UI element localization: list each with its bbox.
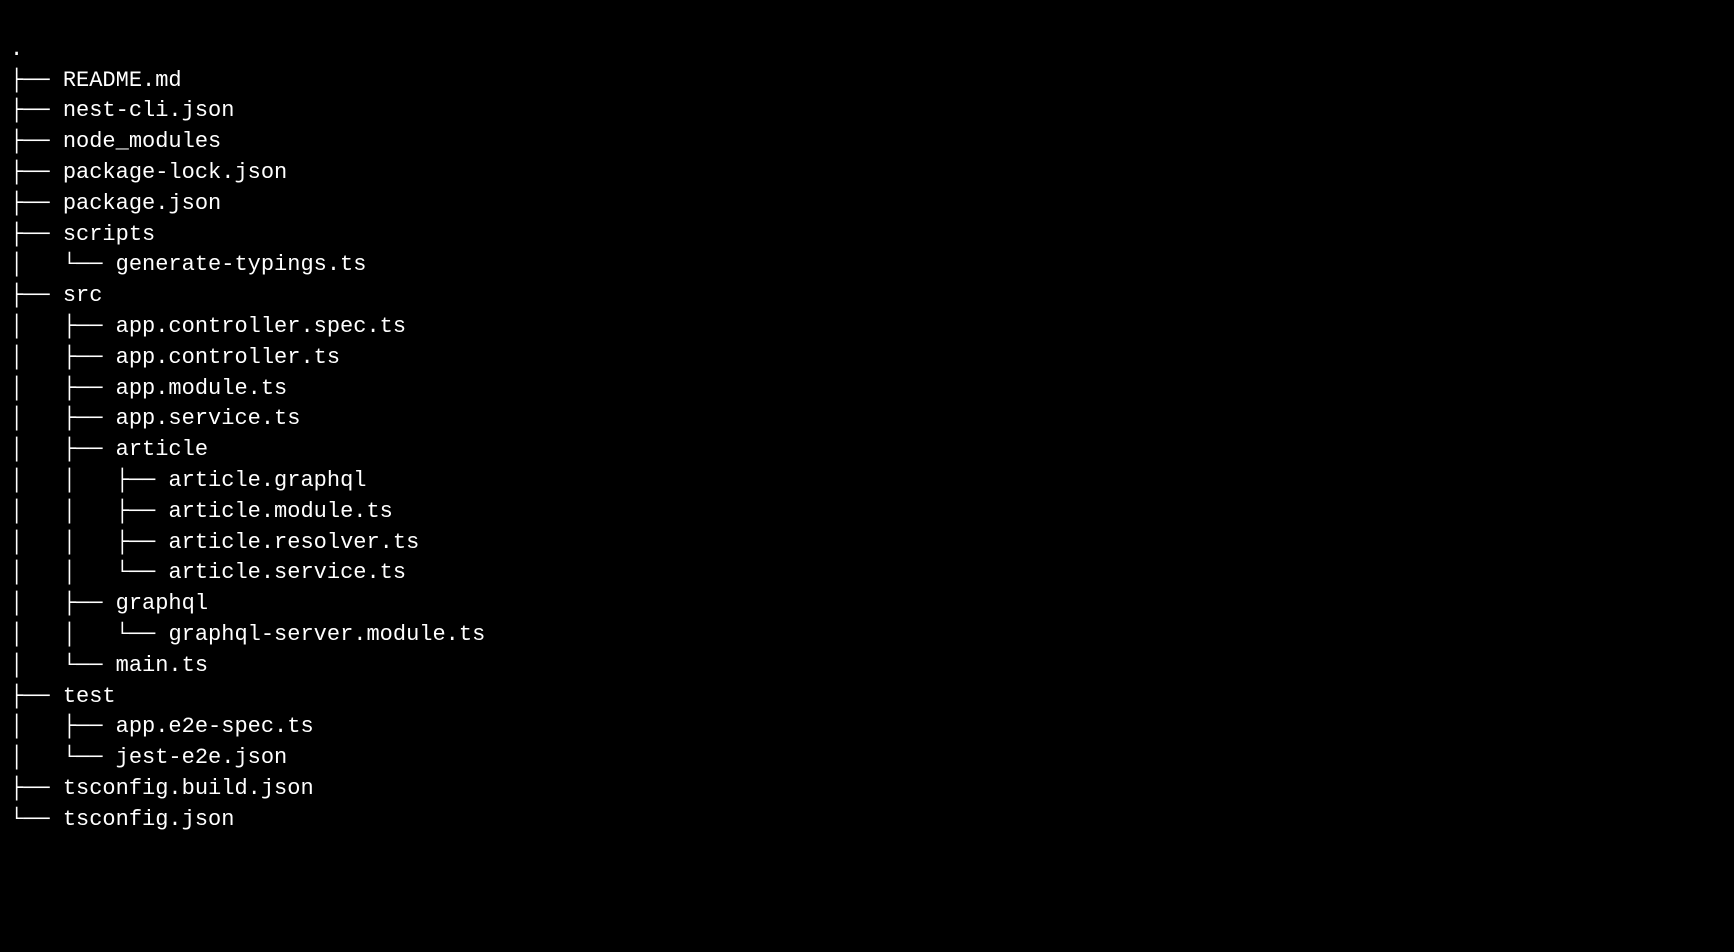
tree-branch-icon: ├──: [10, 68, 63, 93]
file-name: main.ts: [116, 653, 208, 678]
file-name: app.controller.ts: [116, 345, 340, 370]
tree-line: │ │ ├── article.graphql: [10, 466, 1724, 497]
tree-line: │ │ ├── article.module.ts: [10, 497, 1724, 528]
tree-line: ├── package-lock.json: [10, 158, 1724, 189]
tree-branch-icon: ├──: [10, 776, 63, 801]
tree-branch-icon: └──: [10, 807, 63, 832]
tree-line: │ ├── app.controller.ts: [10, 343, 1724, 374]
tree-line: │ │ ├── article.resolver.ts: [10, 528, 1724, 559]
folder-name: test: [63, 684, 116, 709]
tree-line: │ ├── app.e2e-spec.ts: [10, 712, 1724, 743]
tree-line: │ ├── app.module.ts: [10, 374, 1724, 405]
tree-line: │ └── jest-e2e.json: [10, 743, 1724, 774]
tree-line: └── tsconfig.json: [10, 805, 1724, 836]
file-name: app.service.ts: [116, 406, 301, 431]
tree-branch-icon: ├──: [10, 191, 63, 216]
tree-root: .: [10, 35, 1724, 66]
tree-branch-icon: │ │ └──: [10, 622, 168, 647]
file-name: app.e2e-spec.ts: [116, 714, 314, 739]
tree-line: ├── nest-cli.json: [10, 96, 1724, 127]
tree-branch-icon: │ └──: [10, 653, 116, 678]
tree-branch-icon: ├──: [10, 160, 63, 185]
folder-name: scripts: [63, 222, 155, 247]
tree-line: │ ├── app.controller.spec.ts: [10, 312, 1724, 343]
file-name: package.json: [63, 191, 221, 216]
file-name: graphql-server.module.ts: [168, 622, 485, 647]
file-name: jest-e2e.json: [116, 745, 288, 770]
tree-branch-icon: │ └──: [10, 252, 116, 277]
file-name: app.controller.spec.ts: [116, 314, 406, 339]
file-name: nest-cli.json: [63, 98, 235, 123]
tree-branch-icon: │ │ └──: [10, 560, 168, 585]
tree-branch-icon: │ ├──: [10, 406, 116, 431]
tree-branch-icon: ├──: [10, 283, 63, 308]
tree-line: │ ├── article: [10, 435, 1724, 466]
file-name: article.module.ts: [168, 499, 392, 524]
tree-branch-icon: │ ├──: [10, 314, 116, 339]
tree-branch-icon: ├──: [10, 98, 63, 123]
tree-branch-icon: │ ├──: [10, 437, 116, 462]
file-name: article.graphql: [168, 468, 366, 493]
folder-name: node_modules: [63, 129, 221, 154]
file-name: article.service.ts: [168, 560, 406, 585]
folder-name: src: [63, 283, 103, 308]
folder-name: article: [116, 437, 208, 462]
tree-line: │ │ └── graphql-server.module.ts: [10, 620, 1724, 651]
tree-branch-icon: │ ├──: [10, 345, 116, 370]
tree-branch-icon: │ │ ├──: [10, 530, 168, 555]
tree-line: ├── src: [10, 281, 1724, 312]
tree-line: │ │ └── article.service.ts: [10, 558, 1724, 589]
tree-line: ├── tsconfig.build.json: [10, 774, 1724, 805]
file-name: app.module.ts: [116, 376, 288, 401]
file-name: README.md: [63, 68, 182, 93]
tree-line: ├── node_modules: [10, 127, 1724, 158]
tree-line: │ └── generate-typings.ts: [10, 250, 1724, 281]
folder-name: graphql: [116, 591, 208, 616]
tree-branch-icon: │ ├──: [10, 714, 116, 739]
tree-branch-icon: │ ├──: [10, 591, 116, 616]
file-name: article.resolver.ts: [168, 530, 419, 555]
tree-line: │ └── main.ts: [10, 651, 1724, 682]
tree-line: ├── scripts: [10, 220, 1724, 251]
tree-line: │ ├── graphql: [10, 589, 1724, 620]
tree-branch-icon: │ └──: [10, 745, 116, 770]
file-name: generate-typings.ts: [116, 252, 367, 277]
tree-line: ├── README.md: [10, 66, 1724, 97]
tree-branch-icon: │ ├──: [10, 376, 116, 401]
tree-branch-icon: ├──: [10, 684, 63, 709]
file-name: tsconfig.json: [63, 807, 235, 832]
tree-branch-icon: │ │ ├──: [10, 499, 168, 524]
tree-line: ├── test: [10, 682, 1724, 713]
tree-line: ├── package.json: [10, 189, 1724, 220]
tree-branch-icon: ├──: [10, 222, 63, 247]
terminal-output: .├── README.md├── nest-cli.json├── node_…: [0, 0, 1734, 876]
file-name: package-lock.json: [63, 160, 287, 185]
file-name: tsconfig.build.json: [63, 776, 314, 801]
tree-line: │ ├── app.service.ts: [10, 404, 1724, 435]
tree-branch-icon: │ │ ├──: [10, 468, 168, 493]
tree-branch-icon: ├──: [10, 129, 63, 154]
